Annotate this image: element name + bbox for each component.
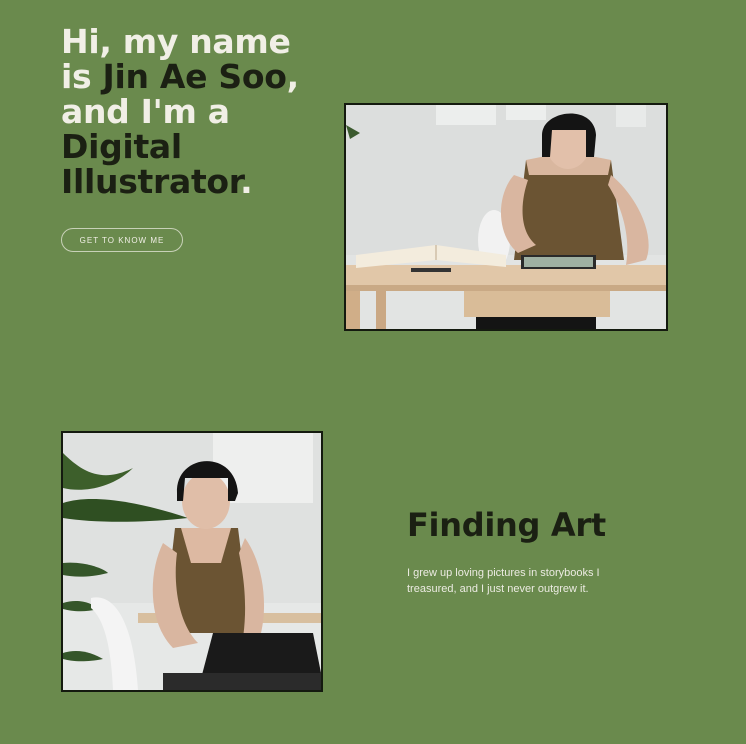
hero-name: Jin Ae Soo <box>102 57 287 96</box>
hero-line-2-post: , <box>286 57 300 96</box>
hero-photo-image <box>346 105 666 329</box>
hero-role-1: Digital <box>61 127 182 166</box>
hero-heading: Hi, my name is Jin Ae Soo, and I'm a Dig… <box>61 24 331 199</box>
about-body: I grew up loving pictures in storybooks … <box>407 567 600 595</box>
about-title: Finding Art <box>407 506 606 544</box>
hero-line-1: Hi, my name <box>61 22 291 61</box>
about-photo <box>61 431 323 692</box>
hero-role-end: . <box>240 162 253 201</box>
hero-photo <box>344 103 668 331</box>
about-photo-image <box>63 433 321 690</box>
get-to-know-me-button[interactable]: GET TO KNOW ME <box>61 228 183 252</box>
hero-line-3: and I'm a <box>61 92 230 131</box>
hero-line-2-pre: is <box>61 57 103 96</box>
hero-role-2: Illustrator <box>61 162 241 201</box>
